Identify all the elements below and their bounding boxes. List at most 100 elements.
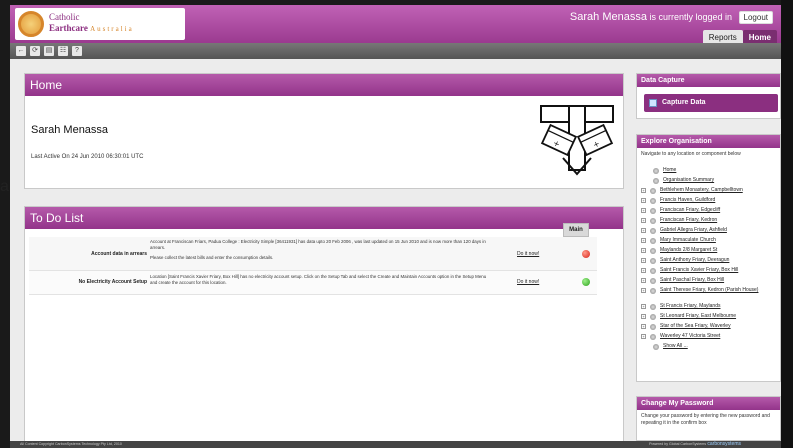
expand-icon[interactable]: + (641, 238, 646, 243)
status-green-icon (582, 278, 590, 286)
powered-by-text: Powered by Global CarbonSystems (649, 442, 706, 446)
expand-icon[interactable]: + (641, 334, 646, 339)
app-header: Catholic Earthcare Australia Sarah Menas… (10, 5, 781, 45)
tree-item[interactable]: + St Francis Friary, Maylands (641, 303, 781, 313)
todo-row: No Electricity Account Setup Location [S… (29, 271, 597, 295)
explore-panel: Explore Organisation Navigate to any loc… (636, 134, 781, 382)
location-icon (650, 304, 656, 310)
location-icon (650, 334, 656, 340)
search-icon (653, 344, 659, 350)
expand-icon[interactable]: + (641, 228, 646, 233)
tab-main[interactable]: Main (563, 223, 589, 237)
logged-in-text: is currently logged in (649, 12, 733, 22)
show-all-link[interactable]: Show All ... (641, 343, 781, 353)
do-it-now-link[interactable]: Do it now! (517, 251, 539, 257)
toolbar: ← ⟳ ▤ ☷ ? (10, 43, 781, 59)
tree-item[interactable]: + Gabriel Allegra Friary, Ashfield (641, 227, 781, 237)
tree-item[interactable]: + St Leonard Friary, East Melbourne (641, 313, 781, 323)
todo-table: Account data in arrears Account at Franc… (29, 237, 597, 295)
home-panel: Home Sarah Menassa Last Active On 24 Jun… (24, 73, 624, 189)
footer: All Content Copyright CarbonSystems Tech… (10, 441, 781, 448)
expand-icon[interactable]: + (641, 304, 646, 309)
expand-icon[interactable]: + (641, 258, 646, 263)
change-password-title: Change My Password (637, 397, 780, 410)
carbonsystems-logo: carbonsystems (707, 441, 741, 447)
capture-data-button[interactable]: Capture Data (644, 94, 778, 112)
expand-icon[interactable]: + (641, 198, 646, 203)
location-icon (650, 198, 656, 204)
tree-item[interactable]: + Saint Therese Friary, Kedron (Parish Ho… (641, 287, 781, 303)
location-icon (650, 238, 656, 244)
location-icon (650, 288, 656, 294)
screen-frame-left (0, 0, 10, 448)
logo-text-catholic: Catholic (49, 12, 80, 22)
change-password-panel: Change My Password Change your password … (636, 396, 781, 441)
tree-item[interactable]: + Waverley 47 Victoria Street (641, 333, 781, 343)
document-icon[interactable]: ▤ (44, 46, 54, 56)
tree-item-organisation-summary[interactable]: Organisation Summary (641, 177, 781, 187)
print-icon[interactable]: ☷ (58, 46, 68, 56)
tree-item[interactable]: + Saint Paschal Friary, Box Hill (641, 277, 781, 287)
status-red-icon (582, 250, 590, 258)
tree-item[interactable]: + Saint Francis Xavier Friary, Box Hill (641, 267, 781, 277)
copyright-text: All Content Copyright CarbonSystems Tech… (20, 442, 122, 446)
tree-item[interactable]: + Franciscan Friary, Edgecliff (641, 207, 781, 217)
home-user-name: Sarah Menassa (31, 124, 109, 136)
help-icon[interactable]: ? (72, 46, 82, 56)
chart-icon (653, 178, 659, 184)
app-window: Catholic Earthcare Australia Sarah Menas… (10, 5, 781, 448)
expand-icon[interactable]: + (641, 314, 646, 319)
expand-icon[interactable]: + (641, 268, 646, 273)
tree-item[interactable]: + Francis Haven, Guildford (641, 197, 781, 207)
home-panel-title: Home (25, 74, 623, 96)
todo-row-title: No Electricity Account Setup (78, 279, 147, 285)
catholic-earthcare-logo[interactable]: Catholic Earthcare Australia (15, 8, 185, 40)
expand-icon[interactable]: + (641, 218, 646, 223)
expand-icon[interactable]: + (641, 248, 646, 253)
location-icon (650, 258, 656, 264)
do-it-now-link[interactable]: Do it now! (517, 279, 539, 285)
tree-item[interactable]: + Bethlehem Monastery, Campbelltown (641, 187, 781, 197)
tree-item[interactable]: + Maylands 2/8 Margaret St (641, 247, 781, 257)
data-capture-title: Data Capture (637, 74, 780, 87)
todo-panel: To Do List Main Account data in arrears … (24, 206, 624, 443)
logout-button[interactable]: Logout (738, 11, 773, 24)
location-icon (650, 228, 656, 234)
location-icon (650, 324, 656, 330)
back-icon[interactable]: ← (16, 46, 26, 56)
tree-item[interactable]: + Star of the Sea Friary, Waverley (641, 323, 781, 333)
home-icon (653, 168, 659, 174)
expand-icon[interactable]: + (641, 188, 646, 193)
todo-panel-title: To Do List (25, 207, 623, 229)
explore-title: Explore Organisation (637, 135, 780, 148)
screen-frame-right (781, 0, 793, 448)
expand-icon[interactable]: + (641, 278, 646, 283)
organisation-tree: Home Organisation Summary + Bethlehem Mon… (641, 167, 781, 353)
logo-text-earthcare: Earthcare Australia (49, 23, 134, 33)
tree-item[interactable]: + Franciscan Friary, Kedron (641, 217, 781, 227)
last-active-text: Last Active On 24 Jun 2010 06:30:01 UTC (31, 154, 144, 160)
refresh-icon[interactable]: ⟳ (30, 46, 40, 56)
todo-row-title: Account data in arrears (91, 251, 147, 257)
capture-icon (649, 99, 657, 107)
location-icon (650, 218, 656, 224)
location-icon (650, 208, 656, 214)
expand-icon[interactable]: + (641, 288, 646, 293)
data-capture-panel: Data Capture Capture Data (636, 73, 781, 119)
franciscan-tau-cross-icon: + + (540, 105, 614, 176)
tree-item[interactable]: + Mary Immaculate Church (641, 237, 781, 247)
user-name: Sarah Menassa (569, 11, 647, 23)
todo-row-description: Location [Saint Francis Xavier Friary, B… (150, 274, 487, 285)
logo-emblem-icon (18, 11, 44, 37)
user-status: Sarah Menassa is currently logged in Log… (570, 11, 773, 24)
expand-icon[interactable]: + (641, 324, 646, 329)
location-icon (650, 248, 656, 254)
location-icon (650, 188, 656, 194)
change-password-text: Change your password by entering the new… (641, 413, 770, 426)
todo-row: Account data in arrears Account at Franc… (29, 237, 597, 271)
todo-row-description: Account at Franciscan Friars, Padua Coll… (150, 239, 486, 260)
location-icon (650, 278, 656, 284)
tree-item-home[interactable]: Home (641, 167, 781, 177)
expand-icon[interactable]: + (641, 208, 646, 213)
tree-item[interactable]: + Saint Anthony Friary, Deeragun (641, 257, 781, 267)
